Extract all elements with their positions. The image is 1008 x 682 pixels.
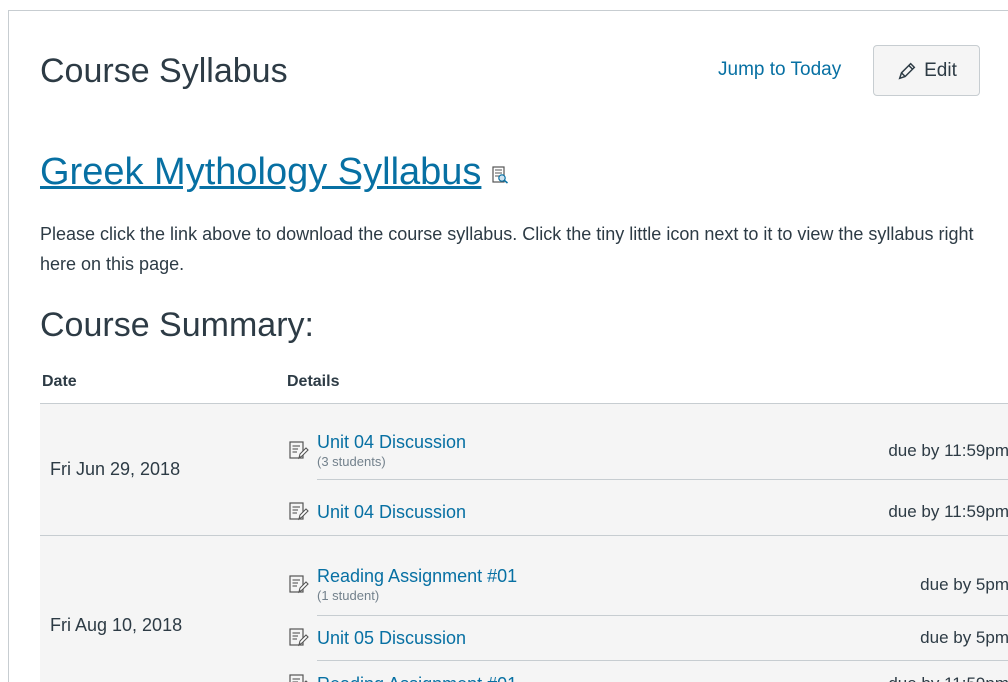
assignment-audience: (1 student)	[317, 587, 380, 603]
edit-button-label: Edit	[924, 59, 957, 81]
syllabus-page: Course Syllabus Jump to Today Edit Greek…	[8, 10, 1008, 682]
summary-table: Fri Jun 29, 2018 Unit 04 Discussion (3 s…	[40, 403, 1008, 682]
discussion-icon	[289, 674, 308, 682]
assignment-link[interactable]: Reading Assignment #01	[317, 565, 517, 587]
list-item: Reading Assignment #01 (1 student) due b…	[289, 554, 1008, 616]
date-group: Fri Jun 29, 2018 Unit 04 Discussion (3 s…	[40, 403, 1008, 535]
due-time: due by 11:59pm	[888, 674, 1008, 682]
discussion-icon	[289, 502, 309, 521]
syllabus-link-row: Greek Mythology Syllabus	[40, 149, 509, 195]
due-time: due by 5pm	[920, 574, 1008, 594]
assignment-link[interactable]: Unit 04 Discussion	[317, 431, 466, 453]
date-group: Fri Aug 10, 2018 Reading Assignment #01 …	[40, 535, 1008, 682]
discussion-icon	[289, 441, 309, 460]
syllabus-intro-text: Please click the link above to download …	[40, 224, 974, 274]
syllabus-file-link[interactable]: Greek Mythology Syllabus	[40, 149, 481, 195]
list-item: Unit 04 Discussion (3 students) due by 1…	[289, 423, 1008, 480]
date-label: Fri Aug 10, 2018	[50, 615, 183, 635]
discussion-icon	[289, 574, 309, 593]
assignment-link[interactable]: Unit 05 Discussion	[317, 627, 466, 649]
jump-to-today-link[interactable]: Jump to Today	[718, 58, 841, 82]
assignment-link[interactable]: Reading Assignment #01	[317, 673, 517, 682]
list-item: Reading Assignment #01 due by 11:59pm	[289, 662, 1008, 682]
assignment-link[interactable]: Unit 04 Discussion	[317, 501, 466, 523]
file-preview-icon[interactable]	[491, 166, 509, 184]
edit-button[interactable]: Edit	[873, 45, 980, 96]
column-header-date: Date	[42, 373, 77, 390]
discussion-icon	[289, 628, 309, 647]
assignment-audience: (3 students)	[317, 454, 386, 469]
list-item: Unit 04 Discussion due by 11:59pm	[289, 490, 1008, 534]
due-time: due by 5pm	[920, 628, 1008, 647]
due-time: due by 11:59pm	[888, 441, 1008, 460]
column-header-details: Details	[287, 373, 340, 390]
list-item: Unit 05 Discussion due by 5pm	[289, 616, 1008, 661]
due-time: due by 11:59pm	[888, 502, 1008, 521]
pencil-icon	[898, 62, 916, 79]
page-title: Course Syllabus	[40, 52, 288, 90]
date-label: Fri Jun 29, 2018	[50, 459, 181, 479]
course-summary-title: Course Summary:	[40, 306, 314, 344]
